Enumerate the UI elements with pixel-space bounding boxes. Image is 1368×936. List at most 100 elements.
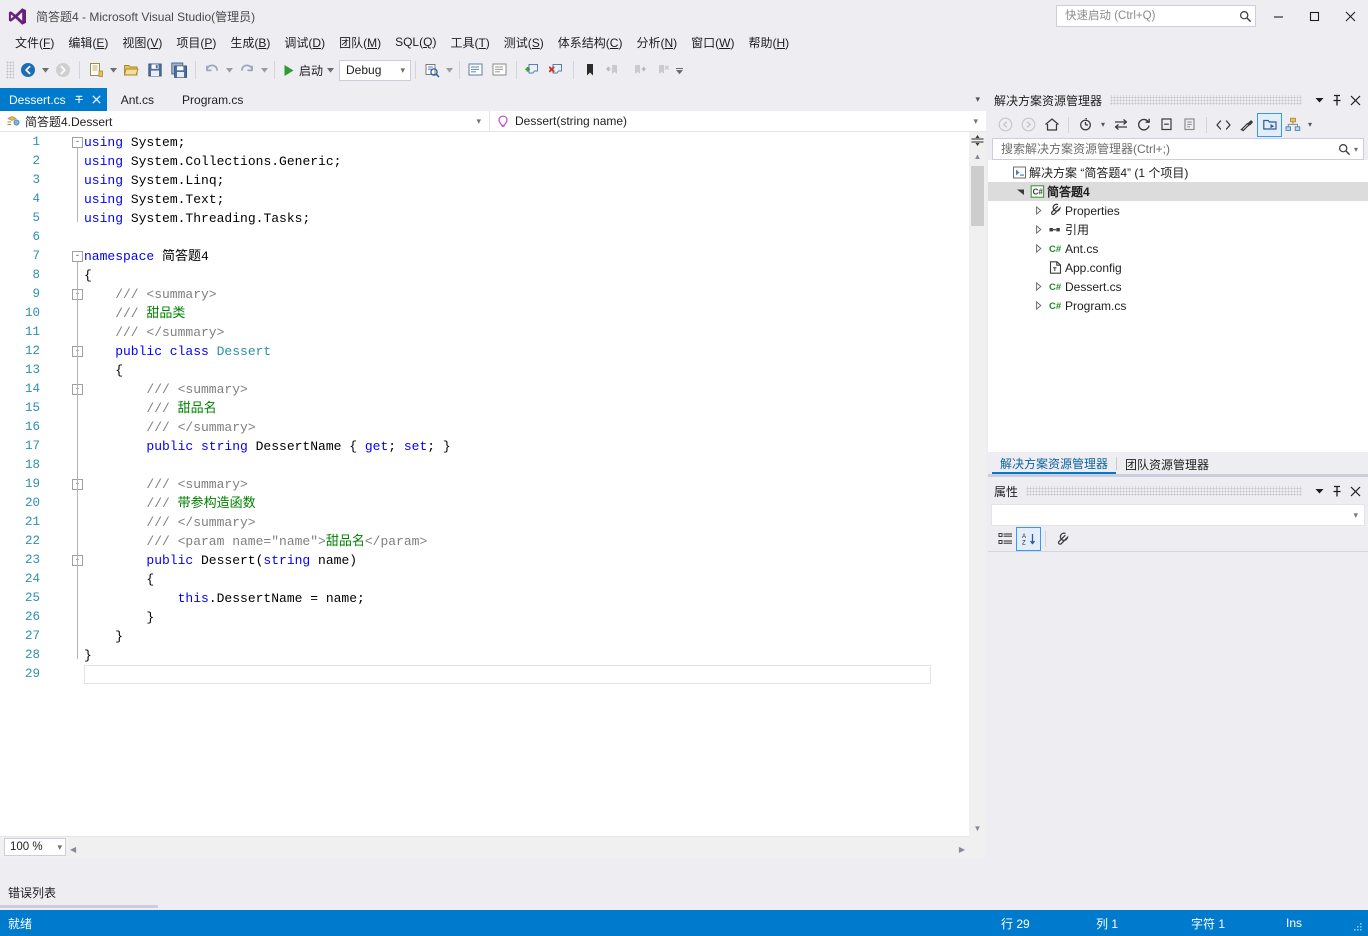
tree-item-Dessert.cs[interactable]: C# Dessert.cs	[988, 277, 1368, 296]
resize-grip-icon[interactable]	[1346, 910, 1368, 936]
code-line[interactable]: using System;	[84, 133, 185, 152]
pin-icon[interactable]	[74, 94, 85, 105]
code-line[interactable]: using System.Linq;	[84, 171, 224, 190]
close-icon[interactable]	[1346, 90, 1364, 110]
bottom-tab-解决方案资源管理器[interactable]: 解决方案资源管理器	[992, 454, 1117, 474]
chevron-down-icon[interactable]: ▾	[1351, 145, 1361, 154]
solution-explorer-search-box[interactable]: ▾	[992, 138, 1364, 160]
fold-toggle-icon[interactable]: -	[72, 137, 83, 148]
clear-bookmarks-icon[interactable]	[650, 58, 674, 82]
editor-vertical-scrollbar-thumb[interactable]	[971, 166, 984, 226]
menu-item-测试[interactable]: 测试(S)	[497, 31, 551, 54]
code-line[interactable]: public class Dessert	[115, 342, 271, 361]
panel-drag-dots[interactable]	[1026, 486, 1302, 496]
editor-zoom-combo[interactable]: 100 % ▾	[4, 838, 66, 856]
find-dropdown[interactable]	[444, 58, 455, 82]
editor-vertical-scrollbar[interactable]	[969, 148, 986, 836]
properties-object-selector[interactable]: ▾	[991, 504, 1365, 526]
alphabetical-sort-icon[interactable]: A Z	[1016, 526, 1041, 551]
tree-item-简答题4[interactable]: C# 简答题4	[988, 182, 1368, 201]
scroll-up-icon[interactable]: ▲	[969, 148, 986, 164]
close-icon[interactable]	[92, 95, 101, 104]
tree-item-引用[interactable]: 引用	[988, 220, 1368, 239]
code-line[interactable]: /// </summary>	[146, 513, 255, 532]
chevron-right-icon[interactable]	[1030, 296, 1046, 315]
document-tab-Program.cs[interactable]: Program.cs	[168, 88, 257, 111]
save-icon[interactable]	[143, 58, 167, 82]
toolbar-overflow-icon[interactable]	[674, 58, 685, 82]
start-debug-dropdown[interactable]	[325, 58, 336, 82]
editor-surface[interactable]: 1-234567-89-101112-1314-1516171819-20212…	[0, 132, 955, 836]
scroll-right-icon[interactable]: ▶	[959, 845, 965, 854]
pending-changes-filter-icon[interactable]	[1074, 114, 1097, 136]
code-line[interactable]: /// <param name="name">甜品名</param>	[146, 532, 427, 551]
solution-configuration-combo[interactable]: Debug ▾	[339, 59, 412, 81]
menu-item-帮助[interactable]: 帮助(H)	[741, 31, 796, 54]
search-icon[interactable]	[1237, 8, 1253, 24]
menu-item-团队[interactable]: 团队(M)	[332, 31, 388, 54]
chevron-down-icon[interactable]: ▾	[476, 116, 481, 127]
tree-item-Properties[interactable]: Properties	[988, 201, 1368, 220]
chevron-right-icon[interactable]	[1030, 239, 1046, 258]
chevron-down-icon[interactable]: ▾	[1353, 510, 1358, 521]
document-tab-Ant.cs[interactable]: Ant.cs	[107, 88, 168, 111]
solution-explorer-tree[interactable]: 解决方案 “简答题4” (1 个项目) C# 简答题4 Properties 引用 C# A…	[988, 160, 1368, 452]
bottom-tab-团队资源管理器[interactable]: 团队资源管理器	[1117, 454, 1217, 474]
code-line[interactable]: /// </summary>	[146, 418, 255, 437]
code-line[interactable]: {	[84, 266, 92, 285]
navigate-forward-icon[interactable]	[1017, 114, 1040, 136]
properties-grid[interactable]	[988, 552, 1368, 842]
panel-drag-dots[interactable]	[1110, 95, 1302, 105]
code-line[interactable]: {	[115, 361, 123, 380]
menu-item-窗口[interactable]: 窗口(W)	[684, 31, 741, 54]
code-line[interactable]: }	[115, 627, 123, 646]
menu-item-项目[interactable]: 项目(P)	[169, 31, 223, 54]
undo-dropdown[interactable]	[224, 58, 235, 82]
next-bookmark-icon[interactable]	[626, 58, 650, 82]
code-line[interactable]: {	[146, 570, 154, 589]
scroll-left-icon[interactable]: ◀	[70, 845, 76, 854]
class-view-icon[interactable]	[1281, 114, 1304, 136]
code-line[interactable]: namespace 简答题4	[84, 247, 209, 266]
previous-bookmark-icon[interactable]	[602, 58, 626, 82]
menu-item-工具[interactable]: 工具(T)	[443, 31, 496, 54]
menu-item-分析[interactable]: 分析(N)	[629, 31, 684, 54]
code-line[interactable]: /// 甜品类	[115, 304, 185, 323]
tree-item-Ant.cs[interactable]: C# Ant.cs	[988, 239, 1368, 258]
code-line[interactable]: this.DessertName = name;	[178, 589, 365, 608]
add-bookmark-icon[interactable]	[521, 58, 545, 82]
maximize-button[interactable]	[1296, 0, 1332, 32]
chevron-down-icon[interactable]	[1012, 182, 1028, 201]
editor-horizontal-scrollbar[interactable]: 100 % ▾ ◀ ▶	[0, 836, 969, 858]
type-selector-combo[interactable]: 简答题4.Dessert ▾	[0, 110, 490, 132]
view-designer-icon[interactable]	[1235, 114, 1258, 136]
chevron-down-icon[interactable]: ▾	[973, 116, 978, 127]
navigate-back-icon[interactable]	[16, 58, 40, 82]
home-icon[interactable]	[1040, 114, 1063, 136]
tree-item-解决方案 “简答题4” (1 个项目)[interactable]: 解决方案 “简答题4” (1 个项目)	[988, 163, 1368, 182]
toolbar-grip[interactable]	[6, 61, 14, 79]
chevron-down-icon[interactable]	[1310, 481, 1328, 501]
menu-item-SQL[interactable]: SQL(Q)	[388, 32, 443, 52]
categorized-view-icon[interactable]	[994, 528, 1017, 550]
editor-code-area[interactable]: using System; using System.Collections.Ge…	[84, 132, 955, 836]
find-in-files-icon[interactable]	[420, 58, 444, 82]
chevron-right-icon[interactable]	[1030, 201, 1046, 220]
code-line[interactable]: public Dessert(string name)	[146, 551, 357, 570]
open-file-icon[interactable]	[119, 58, 143, 82]
code-line[interactable]: /// </summary>	[115, 323, 224, 342]
editor-splitter-handle[interactable]	[969, 132, 986, 148]
code-line[interactable]: using System.Collections.Generic;	[84, 152, 341, 171]
code-line[interactable]: /// 甜品名	[146, 399, 216, 418]
close-icon[interactable]	[1346, 481, 1364, 501]
menu-item-文件[interactable]: 文件(F)	[8, 31, 61, 54]
chevron-right-icon[interactable]	[1030, 277, 1046, 296]
remove-bookmark-icon[interactable]	[545, 58, 569, 82]
undo-icon[interactable]	[200, 58, 224, 82]
menu-item-视图[interactable]: 视图(V)	[115, 31, 169, 54]
menu-item-生成[interactable]: 生成(B)	[223, 31, 277, 54]
code-line[interactable]: using System.Text;	[84, 190, 224, 209]
collapse-all-icon[interactable]	[1155, 114, 1178, 136]
code-editor[interactable]: 1-234567-89-101112-1314-1516171819-20212…	[0, 132, 986, 858]
comment-icon[interactable]	[464, 58, 488, 82]
